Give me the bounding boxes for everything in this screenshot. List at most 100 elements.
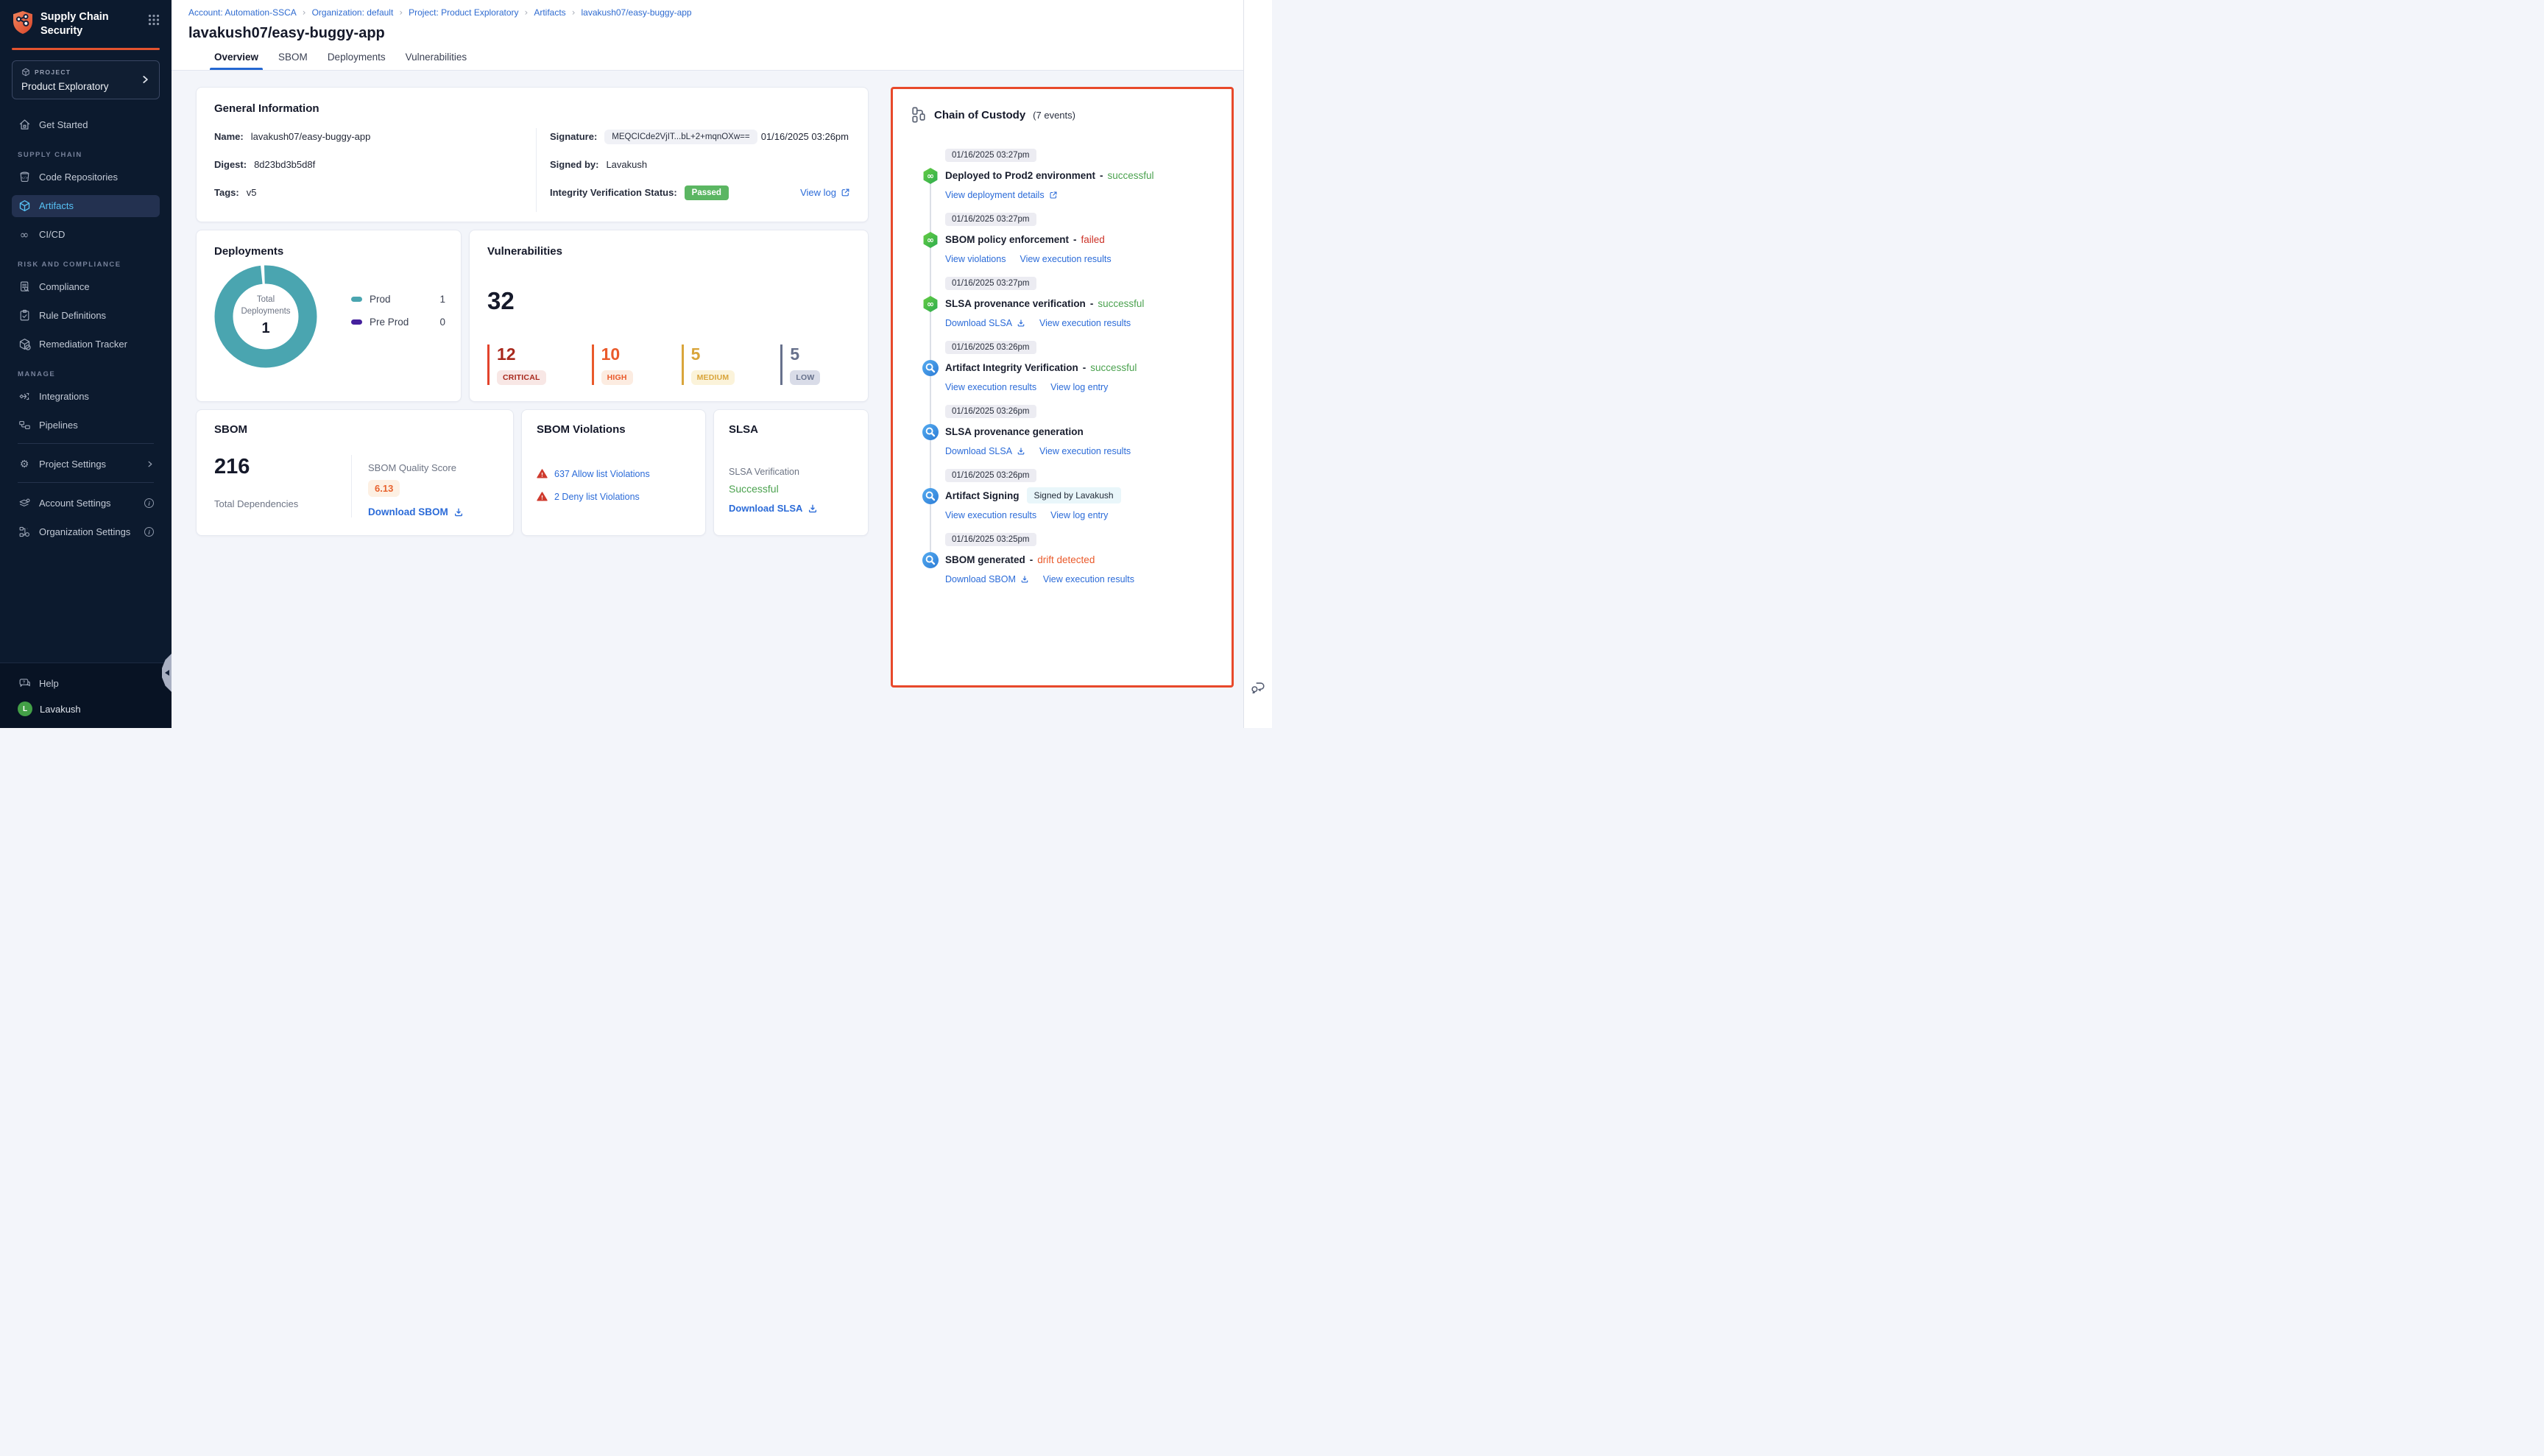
document-search-icon <box>18 280 31 294</box>
download-icon <box>1020 575 1029 584</box>
deny-list-violations-link[interactable]: 2 Deny list Violations <box>537 491 690 502</box>
view-execution-results-link[interactable]: View execution results <box>1039 318 1131 328</box>
sidebar-item-label: Code Repositories <box>39 172 118 183</box>
download-slsa-link[interactable]: Download SLSA <box>945 446 1025 456</box>
medium-count: 5 <box>691 344 735 364</box>
event-title: Artifact Signing <box>945 490 1020 501</box>
sidebar-item-compliance[interactable]: Compliance <box>12 276 160 298</box>
project-selector[interactable]: PROJECT Product Exploratory <box>12 60 160 99</box>
deployments-donut-chart: Total Deployments 1 <box>214 265 317 368</box>
external-link-icon <box>841 188 850 197</box>
breadcrumb-artifacts[interactable]: Artifacts <box>534 7 565 18</box>
link-label: View log entry <box>1050 382 1108 392</box>
download-sbom-link[interactable]: Download SBOM <box>368 506 495 517</box>
pipeline-hexagon-icon: ∞ <box>922 168 939 184</box>
sidebar-item-label: Integrations <box>39 391 89 402</box>
tab-vulnerabilities[interactable]: Vulnerabilities <box>406 52 467 70</box>
page-header: Account: Automation-SSCA › Organization:… <box>172 0 1243 71</box>
event-dash: - <box>1090 298 1094 309</box>
svg-text:∞: ∞ <box>927 171 934 181</box>
main-area: Account: Automation-SSCA › Organization:… <box>172 0 1243 728</box>
view-execution-results-link[interactable]: View execution results <box>945 382 1036 392</box>
sidebar-item-pipelines[interactable]: Pipelines <box>12 414 160 437</box>
custody-event: 01/16/2025 03:26pm Artifact Integrity Ve… <box>905 340 1218 392</box>
download-slsa-link[interactable]: Download SLSA <box>729 503 853 514</box>
tab-overview[interactable]: Overview <box>214 52 258 70</box>
sidebar-item-remediation-tracker[interactable]: Remediation Tracker <box>12 333 160 356</box>
download-icon <box>808 503 818 514</box>
sidebar-item-cicd[interactable]: ∞ CI/CD <box>12 224 160 246</box>
sidebar-item-organization-settings[interactable]: Organization Settings i <box>12 521 160 543</box>
card-title: General Information <box>214 102 850 115</box>
view-execution-results-link[interactable]: View execution results <box>1039 446 1131 456</box>
event-dash: - <box>1083 362 1086 373</box>
user-menu[interactable]: L Lavakush <box>12 696 160 721</box>
module-grid-icon[interactable] <box>148 14 160 26</box>
sidebar-item-rule-definitions[interactable]: Rule Definitions <box>12 305 160 327</box>
link-label: Download SLSA <box>945 446 1012 456</box>
tab-sbom[interactable]: SBOM <box>278 52 308 70</box>
chevron-separator-icon: › <box>572 7 576 18</box>
org-gear-icon <box>18 526 31 539</box>
medium-badge: MEDIUM <box>691 370 735 385</box>
view-violations-link[interactable]: View violations <box>945 254 1006 264</box>
event-timestamp: 01/16/2025 03:26pm <box>945 341 1036 354</box>
view-execution-results-link[interactable]: View execution results <box>1020 254 1111 264</box>
sidebar-item-label: Rule Definitions <box>39 310 106 321</box>
slsa-verification-status: Successful <box>729 483 853 495</box>
tab-deployments[interactable]: Deployments <box>328 52 386 70</box>
sidebar-item-label: Remediation Tracker <box>39 339 127 350</box>
sidebar-item-label: Pipelines <box>39 420 78 431</box>
view-execution-results-link[interactable]: View execution results <box>1043 574 1134 584</box>
scan-circle-icon <box>922 424 939 440</box>
sidebar-item-code-repositories[interactable]: </> Code Repositories <box>12 166 160 188</box>
scan-circle-icon <box>922 488 939 504</box>
severity-high: 10 HIGH <box>592 344 636 385</box>
chat-bubbles-icon[interactable] <box>1250 679 1266 696</box>
artifact-name-value: lavakush07/easy-buggy-app <box>251 131 371 142</box>
breadcrumb-artifact-name[interactable]: lavakush07/easy-buggy-app <box>582 7 692 18</box>
link-label: View execution results <box>1043 574 1134 584</box>
view-log-entry-link[interactable]: View log entry <box>1050 510 1108 520</box>
svg-text:∞: ∞ <box>927 235 934 245</box>
artifact-box-icon <box>18 199 31 213</box>
view-log-entry-link[interactable]: View log entry <box>1050 382 1108 392</box>
info-icon[interactable]: i <box>144 498 154 508</box>
clipboard-check-icon <box>18 309 31 322</box>
download-slsa-link[interactable]: Download SLSA <box>945 318 1025 328</box>
event-title: Deployed to Prod2 environment <box>945 170 1095 181</box>
view-deployment-details-link[interactable]: View deployment details <box>945 190 1058 200</box>
sidebar-item-account-settings[interactable]: Account Settings i <box>12 492 160 515</box>
sidebar-item-help[interactable]: ? Help <box>12 672 160 694</box>
legend-item-prod: Prod 1 <box>351 294 445 305</box>
digest-value: 8d23bd3b5d8f <box>254 159 315 170</box>
view-log-link[interactable]: View log <box>800 187 850 198</box>
sidebar-item-project-settings[interactable]: ⚙ Project Settings <box>12 453 160 476</box>
event-dash: - <box>1100 170 1103 181</box>
event-dash: - <box>1030 554 1034 565</box>
sidebar-item-artifacts[interactable]: Artifacts <box>12 195 160 217</box>
legend-item-preprod: Pre Prod 0 <box>351 317 445 328</box>
sidebar-item-integrations[interactable]: Integrations <box>12 386 160 408</box>
user-name: Lavakush <box>40 704 81 715</box>
total-deployments-value: 1 <box>261 319 269 339</box>
breadcrumb-account[interactable]: Account: Automation-SSCA <box>188 7 297 18</box>
low-count: 5 <box>790 344 824 364</box>
tab-bar: Overview SBOM Deployments Vulnerabilitie… <box>214 52 1243 70</box>
breadcrumb-project[interactable]: Project: Product Exploratory <box>409 7 518 18</box>
allow-list-violations-link[interactable]: 637 Allow list Violations <box>537 468 690 479</box>
signed-by-value: Lavakush <box>606 159 647 170</box>
info-icon[interactable]: i <box>144 527 154 537</box>
chevron-separator-icon: › <box>525 7 529 18</box>
view-execution-results-link[interactable]: View execution results <box>945 510 1036 520</box>
download-sbom-link[interactable]: Download SBOM <box>945 574 1029 584</box>
deployments-card: Deployments Total Deployments 1 <box>196 230 462 402</box>
warning-triangle-icon <box>537 468 548 479</box>
signature-label: Signature: <box>550 131 597 142</box>
breadcrumb-organization[interactable]: Organization: default <box>312 7 394 18</box>
avatar: L <box>18 702 32 716</box>
sidebar-item-get-started[interactable]: Get Started <box>12 114 160 136</box>
sidebar-item-label: Help <box>39 678 59 689</box>
download-icon <box>1017 447 1025 456</box>
low-badge: LOW <box>790 370 820 385</box>
